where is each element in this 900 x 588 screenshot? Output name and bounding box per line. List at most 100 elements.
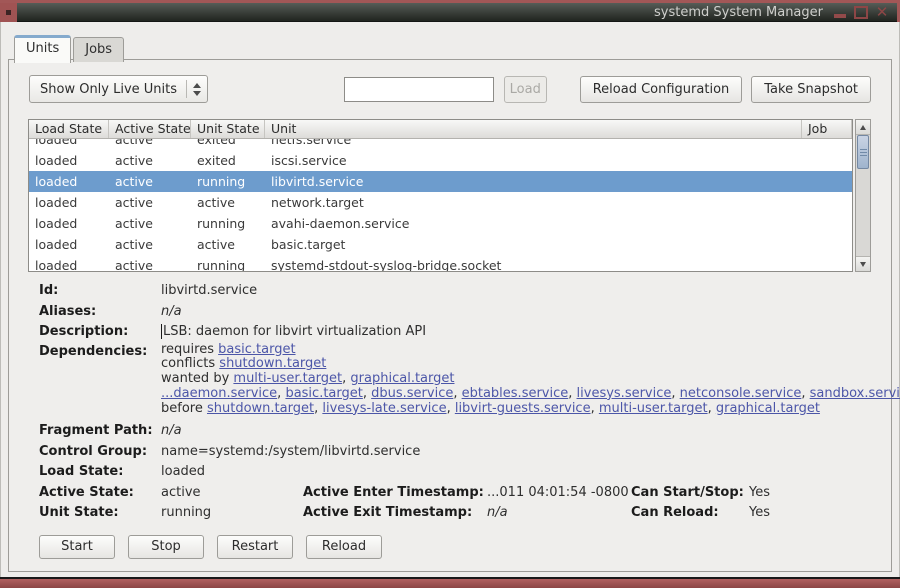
table-row-basic-target[interactable]: loaded active active basic.target (29, 234, 852, 255)
cell-unit-state: running (197, 216, 246, 231)
detail-row-description: Description: LSB: daemon for libvirt vir… (39, 322, 891, 343)
dependency-link-multi-user-target[interactable]: multi-user.target (599, 401, 708, 416)
unit-state-label: Unit State: (39, 505, 119, 521)
dependencies-label: Dependencies: (39, 343, 148, 359)
table-row-netfs-service[interactable]: loaded active exited netfs.service (29, 139, 852, 150)
units-table-header: Load State Active State Unit State Unit Job (29, 120, 852, 139)
dependency-link-shutdown-target[interactable]: shutdown.target (219, 356, 326, 371)
restart-button[interactable]: Restart (217, 534, 293, 559)
dependency-line: wanted by multi-user.target, graphical.t… (161, 371, 455, 387)
table-row-libvirtd-service[interactable]: loaded active running libvirtd.service (29, 171, 852, 192)
dependency-link-daemon-service[interactable]: ...daemon.service (161, 386, 277, 401)
cell-active-state: active (115, 195, 153, 210)
aliases-value: n/a (161, 303, 182, 319)
cell-load-state: loaded (35, 195, 78, 210)
detail-row-fragment-path: Fragment Path: n/a (39, 421, 891, 442)
cell-job (802, 139, 852, 150)
can-start-stop-label: Can Start/Stop: (631, 484, 744, 500)
dependency-link-multi-user-target[interactable]: multi-user.target (233, 371, 342, 386)
can-reload-value: Yes (749, 505, 770, 521)
start-button[interactable]: Start (39, 534, 115, 559)
cell-active-state: active (115, 216, 153, 231)
app-window: systemd System Manager ✕ Units Jobs Show … (0, 0, 900, 588)
column-header-load-state[interactable]: Load State (29, 120, 109, 138)
detail-row-load-state: Load State: loaded (39, 462, 891, 483)
cell-active-state: active (115, 153, 153, 168)
dependency-link-libvirt-guests-service[interactable]: libvirt-guests.service (455, 401, 591, 416)
active-exit-timestamp-label: Active Exit Timestamp: (303, 505, 473, 521)
close-icon[interactable]: ✕ (875, 4, 889, 19)
minimize-icon[interactable] (833, 6, 847, 19)
detail-row-dependencies: Dependencies: requires basic.target confl… (39, 342, 900, 417)
scrollbar-thumb[interactable] (857, 135, 869, 169)
dependency-link-dbus-service[interactable]: dbus.service (371, 386, 453, 401)
toolbar: Show Only Live Units Load Reload Configu… (29, 75, 871, 103)
reload-configuration-button[interactable]: Reload Configuration (579, 75, 743, 103)
column-header-active-state[interactable]: Active State (109, 120, 191, 138)
dependency-link-livesys-late-service[interactable]: livesys-late.service (322, 401, 446, 416)
window-controls: ✕ (833, 4, 897, 19)
cell-job (802, 255, 852, 271)
reload-button[interactable]: Reload (306, 534, 382, 559)
combo-separator (186, 80, 188, 98)
unit-action-buttons: Start Stop Restart Reload (39, 534, 891, 559)
cell-unit-state: running (197, 258, 246, 271)
cell-unit-state: running (197, 174, 246, 189)
cell-unit-state: active (197, 237, 235, 252)
units-table: Load State Active State Unit State Unit Job … (28, 119, 853, 272)
chevron-down-icon (193, 90, 202, 96)
tab-bar: Units Jobs (14, 34, 126, 63)
detail-row-control-group: Control Group: name=systemd:/system/libv… (39, 442, 891, 463)
column-header-unit[interactable]: Unit (265, 120, 802, 138)
dependency-link-ebtables-service[interactable]: ebtables.service (462, 386, 569, 401)
dependency-link-livesys-service[interactable]: livesys.service (577, 386, 672, 401)
unit-details: Id: libvirtd.service Aliases: n/a Descri… (39, 281, 900, 524)
active-enter-timestamp-label: Active Enter Timestamp: (303, 484, 484, 500)
active-exit-timestamp-value: n/a (487, 505, 508, 521)
stop-button[interactable]: Stop (128, 534, 204, 559)
take-snapshot-button[interactable]: Take Snapshot (751, 75, 871, 103)
dependency-line: conflicts shutdown.target (161, 356, 327, 372)
cell-load-state: loaded (35, 174, 78, 189)
load-unit-input[interactable] (343, 76, 494, 102)
cell-active-state: active (115, 237, 153, 252)
cell-job (802, 171, 852, 192)
tab-jobs[interactable]: Jobs (73, 37, 125, 62)
load-button[interactable]: Load (503, 75, 547, 103)
cell-active-state: active (115, 174, 153, 189)
cell-unit: libvirtd.service (271, 174, 364, 189)
column-header-unit-state[interactable]: Unit State (191, 120, 265, 138)
scroll-down-icon (860, 261, 866, 267)
maximize-icon[interactable] (854, 5, 868, 19)
cell-unit: network.target (271, 195, 364, 210)
table-row-network-target[interactable]: loaded active active network.target (29, 192, 852, 213)
dependency-link-basic-target[interactable]: basic.target (218, 342, 295, 357)
scroll-up-button[interactable] (856, 120, 870, 135)
table-row-avahi-daemon-service[interactable]: loaded active running avahi-daemon.service (29, 213, 852, 234)
filter-select[interactable]: Show Only Live Units (29, 75, 209, 103)
cell-unit-state: exited (197, 153, 236, 168)
cell-unit: basic.target (271, 237, 346, 252)
window-menu-button[interactable] (0, 2, 17, 22)
cell-load-state: loaded (35, 139, 78, 147)
tab-units[interactable]: Units (14, 35, 72, 63)
dependency-link-shutdown-target[interactable]: shutdown.target (207, 401, 314, 416)
can-start-stop-value: Yes (749, 484, 770, 500)
scroll-down-button[interactable] (856, 256, 870, 271)
window-frame-top: systemd System Manager ✕ (0, 0, 900, 22)
window-frame-bottom (0, 577, 900, 588)
dependency-link-graphical-target[interactable]: graphical.target (350, 371, 454, 386)
cell-load-state: loaded (35, 237, 78, 252)
dependency-link-netconsole-service[interactable]: netconsole.service (680, 386, 802, 401)
column-header-job[interactable]: Job (802, 120, 852, 138)
dependency-link-graphical-target[interactable]: graphical.target (716, 401, 820, 416)
cell-load-state: loaded (35, 153, 78, 168)
dependency-link-basic-target[interactable]: basic.target (285, 386, 362, 401)
vertical-scrollbar[interactable] (855, 119, 871, 272)
titlebar[interactable]: systemd System Manager ✕ (0, 2, 897, 22)
dependency-link-sandbox-service[interactable]: sandbox.service (810, 386, 900, 401)
table-row-iscsi-service[interactable]: loaded active exited iscsi.service (29, 150, 852, 171)
description-value: LSB: daemon for libvirt virtualization A… (163, 324, 427, 339)
table-row-systemd-stdout-syslog-bridge-socket[interactable]: loaded active running systemd-stdout-syslog… (29, 255, 852, 271)
cell-unit: netfs.service (271, 139, 352, 147)
